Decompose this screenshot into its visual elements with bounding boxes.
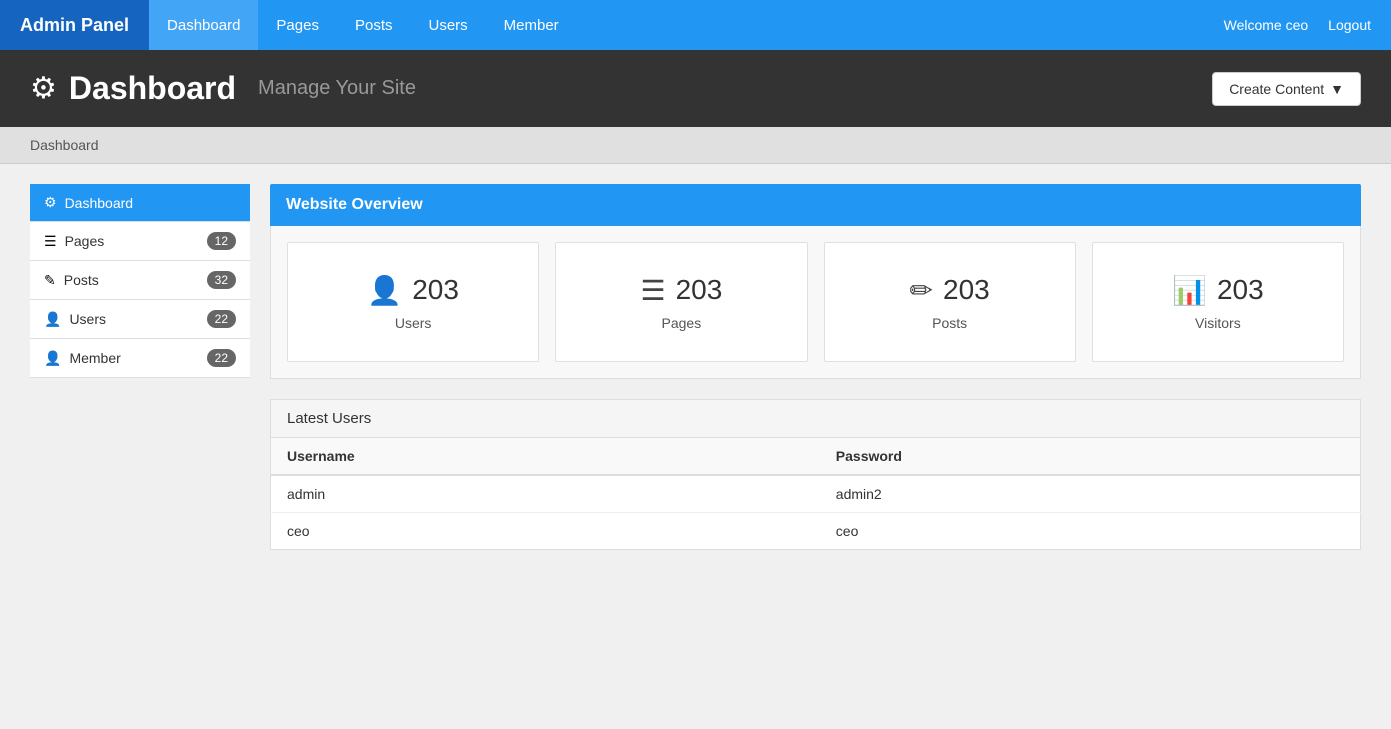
stat-card-pages: ☰ 203 Pages — [555, 242, 807, 362]
table-row: ceoceo — [271, 513, 1361, 550]
overview-header: Website Overview — [270, 184, 1361, 226]
users-stat-number: 203 — [412, 274, 459, 306]
pages-stat-number: 203 — [676, 274, 723, 306]
member-badge: 22 — [207, 349, 236, 367]
username-column-header: Username — [271, 438, 820, 475]
sidebar-item-users[interactable]: 👤 Users 22 — [30, 300, 250, 339]
users-icon: 👤 — [44, 311, 61, 328]
password-column-header: Password — [820, 438, 1361, 475]
breadcrumb-label: Dashboard — [30, 137, 99, 153]
create-content-button[interactable]: Create Content ▼ — [1212, 72, 1361, 106]
page-header: ⚙ Dashboard Manage Your Site Create Cont… — [0, 50, 1391, 127]
overview-body: 👤 203 Users ☰ 203 Pages — [270, 226, 1361, 379]
overview-section: Website Overview 👤 203 Users ☰ 203 — [270, 184, 1361, 379]
sidebar-dashboard-label: Dashboard — [65, 195, 134, 211]
password-cell: ceo — [820, 513, 1361, 550]
posts-stat-number: 203 — [943, 274, 990, 306]
page-subtitle: Manage Your Site — [258, 77, 416, 100]
posts-stat-label: Posts — [932, 315, 967, 331]
sidebar-member-label: Member — [69, 350, 120, 366]
main-content: ⚙ Dashboard ☰ Pages 12 ✎ Posts 32 👤 User… — [0, 164, 1391, 570]
users-table-header-row: Username Password — [271, 438, 1361, 475]
main-panel: Website Overview 👤 203 Users ☰ 203 — [270, 184, 1361, 550]
users-badge: 22 — [207, 310, 236, 328]
users-stat-label: Users — [395, 315, 432, 331]
sidebar-item-posts[interactable]: ✎ Posts 32 — [30, 261, 250, 300]
gear-icon: ⚙ — [44, 194, 57, 211]
users-stat-icon: 👤 — [367, 274, 402, 307]
sidebar-posts-label: Posts — [64, 272, 99, 288]
password-cell: admin2 — [820, 475, 1361, 513]
navbar-brand[interactable]: Admin Panel — [0, 0, 149, 50]
pages-stat-label: Pages — [662, 315, 702, 331]
page-title: Dashboard — [69, 70, 236, 107]
sidebar-item-pages[interactable]: ☰ Pages 12 — [30, 222, 250, 261]
posts-badge: 32 — [207, 271, 236, 289]
pages-badge: 12 — [207, 232, 236, 250]
nav-item-member[interactable]: Member — [486, 0, 577, 50]
breadcrumb: Dashboard — [0, 127, 1391, 164]
stat-card-posts: ✏ 203 Posts — [824, 242, 1076, 362]
dashboard-gear-icon: ⚙ — [30, 71, 57, 106]
username-cell: ceo — [271, 513, 820, 550]
users-table-body: adminadmin2ceoceo — [271, 475, 1361, 550]
visitors-stat-icon: 📊 — [1172, 274, 1207, 307]
visitors-stat-number: 203 — [1217, 274, 1264, 306]
stat-card-visitors: 📊 203 Visitors — [1092, 242, 1344, 362]
table-row: adminadmin2 — [271, 475, 1361, 513]
nav-item-users[interactable]: Users — [410, 0, 485, 50]
welcome-text: Welcome ceo — [1224, 17, 1309, 33]
create-content-label: Create Content — [1229, 81, 1324, 97]
sidebar-item-member[interactable]: 👤 Member 22 — [30, 339, 250, 378]
page-header-left: ⚙ Dashboard Manage Your Site — [30, 70, 416, 107]
sidebar-users-label: Users — [69, 311, 106, 327]
logout-button[interactable]: Logout — [1318, 13, 1381, 37]
username-cell: admin — [271, 475, 820, 513]
pages-icon: ☰ — [44, 233, 57, 250]
latest-users-header: Latest Users — [270, 399, 1361, 438]
dropdown-arrow-icon: ▼ — [1330, 81, 1344, 97]
navbar-nav: Dashboard Pages Posts Users Member — [149, 0, 1224, 50]
sidebar: ⚙ Dashboard ☰ Pages 12 ✎ Posts 32 👤 User… — [30, 184, 250, 550]
sidebar-pages-label: Pages — [65, 233, 105, 249]
sidebar-item-dashboard[interactable]: ⚙ Dashboard — [30, 184, 250, 222]
stat-card-users: 👤 203 Users — [287, 242, 539, 362]
posts-stat-icon: ✏ — [910, 274, 933, 307]
nav-item-posts[interactable]: Posts — [337, 0, 411, 50]
member-icon: 👤 — [44, 350, 61, 367]
pages-stat-icon: ☰ — [640, 274, 665, 307]
nav-item-dashboard[interactable]: Dashboard — [149, 0, 258, 50]
navbar-right: Welcome ceo Logout — [1224, 13, 1391, 37]
posts-icon: ✎ — [44, 272, 56, 289]
users-table: Username Password adminadmin2ceoceo — [270, 438, 1361, 550]
users-table-head: Username Password — [271, 438, 1361, 475]
stats-grid: 👤 203 Users ☰ 203 Pages — [287, 242, 1344, 362]
navbar: Admin Panel Dashboard Pages Posts Users … — [0, 0, 1391, 50]
latest-users-section: Latest Users Username Password adminadmi… — [270, 399, 1361, 550]
nav-item-pages[interactable]: Pages — [258, 0, 337, 50]
visitors-stat-label: Visitors — [1195, 315, 1241, 331]
